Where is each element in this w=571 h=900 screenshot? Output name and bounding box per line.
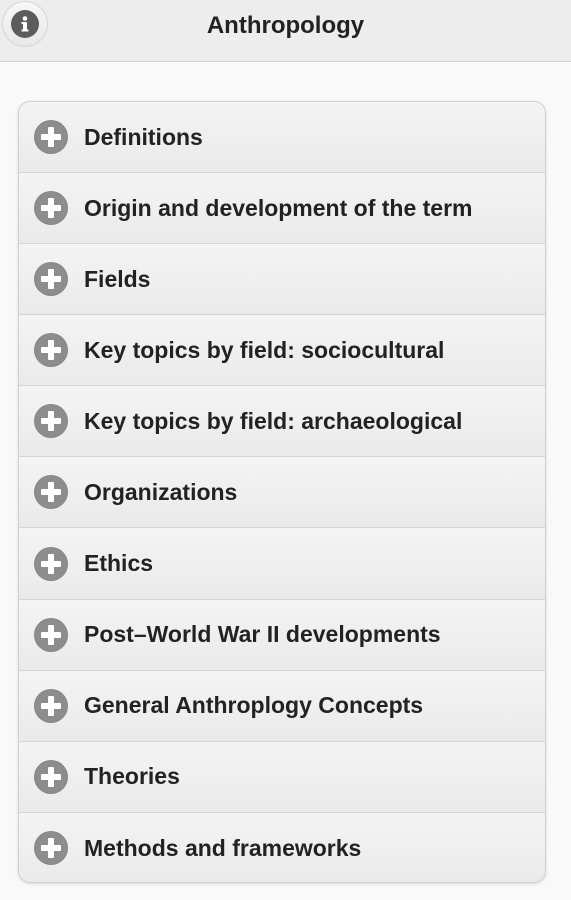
plus-circle-icon: [34, 333, 68, 368]
list-item-key-topics-archaeological[interactable]: Key topics by field: archaeological: [19, 386, 545, 458]
list-item-definitions[interactable]: Definitions: [19, 102, 545, 174]
list-item-label: Key topics by field: archaeological: [84, 407, 463, 434]
list-item-origin[interactable]: Origin and development of the term: [19, 173, 545, 245]
topics-list: Definitions Origin and development of th…: [18, 101, 546, 883]
list-item-ethics[interactable]: Ethics: [19, 528, 545, 600]
plus-circle-icon: [34, 688, 68, 723]
list-item-general-concepts[interactable]: General Anthroplogy Concepts: [19, 670, 545, 742]
list-item-key-topics-sociocultural[interactable]: Key topics by field: sociocultural: [19, 315, 545, 387]
list-item-theories[interactable]: Theories: [19, 741, 545, 813]
list-item-label: Definitions: [84, 123, 203, 150]
plus-circle-icon: [34, 120, 68, 155]
list-item-label: General Anthroplogy Concepts: [84, 692, 424, 719]
header-bar: Anthropology: [0, 0, 571, 62]
list-item-methods[interactable]: Methods and frameworks: [19, 812, 545, 882]
plus-circle-icon: [34, 191, 68, 226]
page-title: Anthropology: [206, 12, 365, 39]
list-item-label: Ethics: [84, 550, 154, 576]
list-item-label: Organizations: [84, 478, 238, 505]
list-item-label: Origin and development of the term: [84, 194, 473, 221]
plus-circle-icon: [34, 475, 68, 510]
plus-circle-icon: [34, 617, 68, 652]
list-item-label: Key topics by field: sociocultural: [84, 336, 445, 363]
plus-circle-icon: [34, 831, 68, 866]
list-item-organizations[interactable]: Organizations: [19, 457, 545, 529]
info-icon: [11, 10, 39, 38]
plus-circle-icon: [34, 262, 68, 297]
list-item-fields[interactable]: Fields: [19, 244, 545, 316]
list-item-label: Theories: [84, 763, 180, 790]
list-item-post-ww2[interactable]: Post–World War II developments: [19, 599, 545, 671]
list-item-label: Methods and frameworks: [84, 834, 362, 861]
plus-circle-icon: [34, 546, 68, 581]
list-item-label: Fields: [84, 265, 151, 292]
plus-circle-icon: [34, 759, 68, 794]
info-button[interactable]: [2, 1, 48, 47]
list-item-label: Post–World War II developments: [84, 621, 441, 648]
plus-circle-icon: [34, 404, 68, 439]
